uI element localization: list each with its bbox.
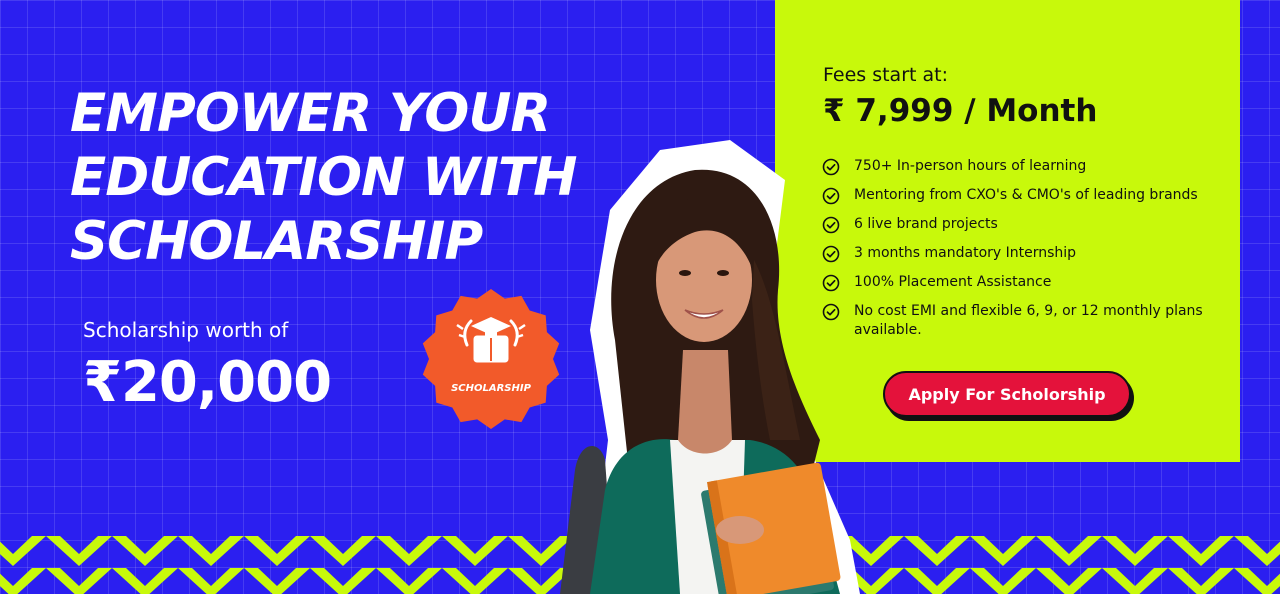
apply-scholarship-button[interactable]: Apply For Scholorship (883, 371, 1131, 417)
feature-text: 6 live brand projects (854, 216, 998, 232)
fees-label: Fees start at: (823, 64, 948, 86)
feature-item: 100% Placement Assistance (822, 273, 1212, 292)
scholarship-worth-amount: ₹20,000 (83, 350, 332, 415)
scholarship-worth-label: Scholarship worth of (83, 318, 289, 342)
feature-text: 100% Placement Assistance (854, 274, 1052, 290)
fees-price: ₹ 7,999 / Month (823, 93, 1098, 129)
feature-item: 3 months mandatory Internship (822, 244, 1212, 263)
feature-text: 750+ In-person hours of learning (854, 158, 1087, 174)
scholarship-banner: EMPOWER YOUR EDUCATION WITH SCHOLARSHIP … (0, 0, 1280, 594)
feature-text: 3 months mandatory Internship (854, 245, 1077, 261)
feature-text: No cost EMI and flexible 6, 9, or 12 mon… (854, 303, 1203, 338)
badge-label: SCHOLARSHIP (451, 383, 532, 394)
scholarship-badge: SCHOLARSHIP (422, 289, 560, 429)
feature-item: 6 live brand projects (822, 215, 1212, 234)
feature-item: Mentoring from CXO's & CMO's of leading … (822, 186, 1212, 205)
headline-line-1: EMPOWER YOUR (70, 83, 551, 144)
feature-item: 750+ In-person hours of learning (822, 157, 1212, 176)
feature-text: Mentoring from CXO's & CMO's of leading … (854, 187, 1198, 203)
feature-list: 750+ In-person hours of learning Mentorin… (822, 157, 1212, 350)
feature-item: No cost EMI and flexible 6, 9, or 12 mon… (822, 302, 1212, 340)
